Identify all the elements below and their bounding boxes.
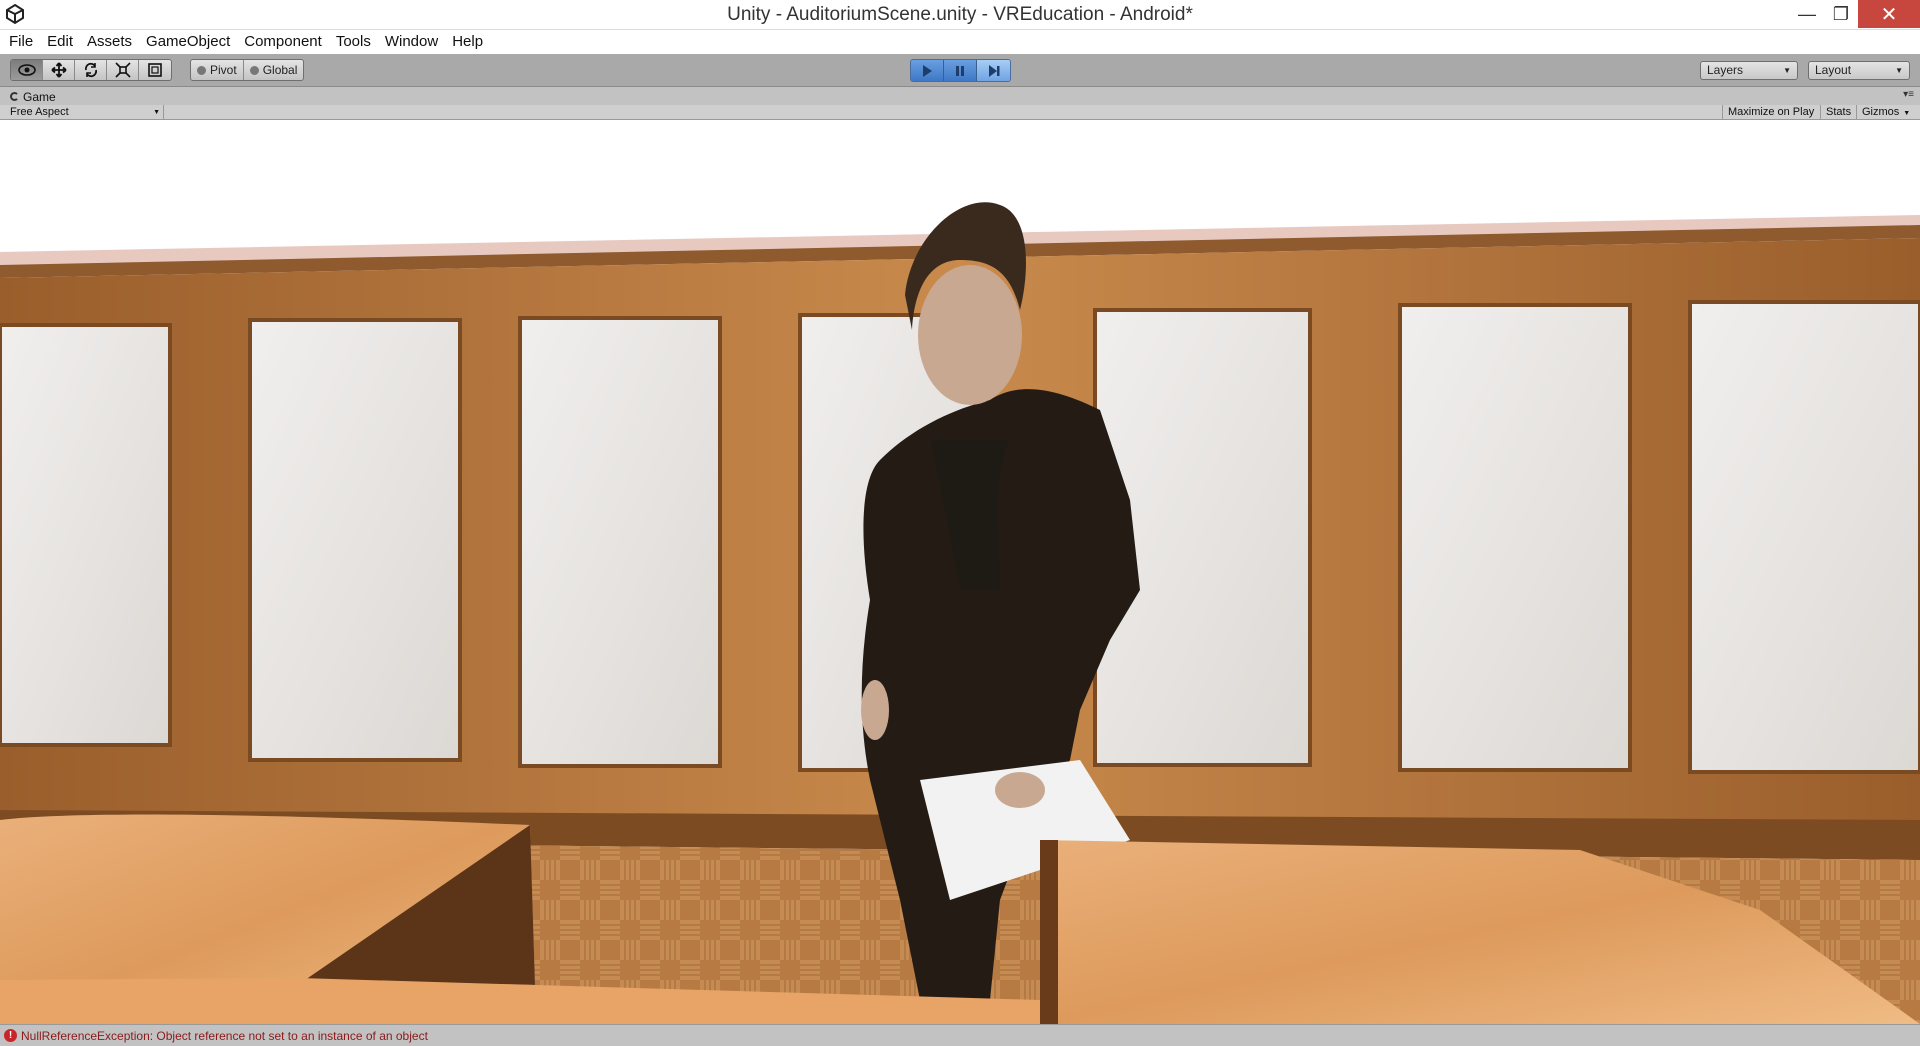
chevron-down-icon: ▼: [1783, 66, 1791, 75]
pivot-toggle[interactable]: Pivot: [191, 60, 244, 80]
play-icon: [923, 64, 932, 77]
play-button[interactable]: [911, 60, 944, 81]
game-controller-icon: [10, 92, 19, 101]
rect-tool-icon[interactable]: [139, 60, 171, 80]
menu-help[interactable]: Help: [445, 30, 490, 54]
layout-label: Layout: [1815, 63, 1852, 77]
hand-tool-icon[interactable]: [11, 60, 43, 80]
menu-window[interactable]: Window: [378, 30, 445, 54]
move-tool-icon[interactable]: [43, 60, 75, 80]
game-viewport[interactable]: [0, 120, 1920, 1024]
pause-button[interactable]: [944, 60, 977, 81]
pivot-global-toggles: Pivot Global: [190, 59, 305, 81]
maximize-on-play-toggle[interactable]: Maximize on Play: [1722, 105, 1819, 120]
title-bar: Unity - AuditoriumScene.unity - VREducat…: [0, 0, 1920, 30]
menu-component[interactable]: Component: [237, 30, 329, 54]
gizmos-label: Gizmos: [1862, 106, 1900, 118]
rotate-tool-icon[interactable]: [75, 60, 107, 80]
menu-tools[interactable]: Tools: [329, 30, 378, 54]
scene-render: [0, 120, 1920, 1024]
pivot-icon: [197, 65, 206, 75]
pivot-label: Pivot: [210, 63, 237, 77]
menu-assets[interactable]: Assets: [80, 30, 139, 54]
error-icon: !: [4, 1029, 17, 1042]
pause-icon: [956, 65, 964, 76]
gizmos-dropdown[interactable]: Gizmos ▼: [1856, 105, 1915, 120]
menu-gameobject[interactable]: GameObject: [139, 30, 237, 54]
globe-icon: [249, 65, 259, 75]
scale-tool-icon[interactable]: [107, 60, 139, 80]
chevron-down-icon: ▼: [1895, 66, 1903, 75]
global-toggle[interactable]: Global: [244, 60, 304, 80]
layers-dropdown[interactable]: Layers ▼: [1700, 61, 1798, 80]
menu-edit[interactable]: Edit: [40, 30, 80, 54]
tab-menu-icon[interactable]: ▾≡: [1903, 89, 1914, 100]
window-title: Unity - AuditoriumScene.unity - VREducat…: [727, 4, 1193, 25]
chevron-down-icon: ▼: [153, 109, 160, 116]
stats-toggle[interactable]: Stats: [1820, 105, 1856, 120]
aspect-dropdown[interactable]: Free Aspect ▼: [4, 105, 164, 120]
menu-file[interactable]: File: [2, 30, 40, 54]
step-icon: [988, 64, 999, 77]
tab-game-label: Game: [23, 89, 56, 104]
game-view-controls: Free Aspect ▼ Maximize on Play Stats Giz…: [0, 105, 1920, 120]
status-message[interactable]: NullReferenceException: Object reference…: [21, 1029, 428, 1043]
layers-label: Layers: [1707, 63, 1744, 77]
global-label: Global: [262, 63, 298, 77]
main-toolbar: Pivot Global Layers ▼ Layout ▼: [0, 54, 1920, 87]
tab-game[interactable]: Game: [4, 88, 62, 105]
menu-bar: File Edit Assets GameObject Component To…: [0, 30, 1920, 54]
status-bar[interactable]: ! NullReferenceException: Object referen…: [0, 1024, 1920, 1046]
layout-dropdown[interactable]: Layout ▼: [1808, 61, 1910, 80]
chevron-down-icon: ▼: [1903, 110, 1911, 117]
transform-tools: [10, 59, 172, 81]
aspect-label: Free Aspect: [10, 106, 69, 118]
step-button[interactable]: [977, 60, 1010, 81]
play-controls: [910, 59, 1011, 82]
game-tab-bar: Game ▾≡: [0, 87, 1920, 105]
close-button[interactable]: ✕: [1858, 0, 1920, 28]
